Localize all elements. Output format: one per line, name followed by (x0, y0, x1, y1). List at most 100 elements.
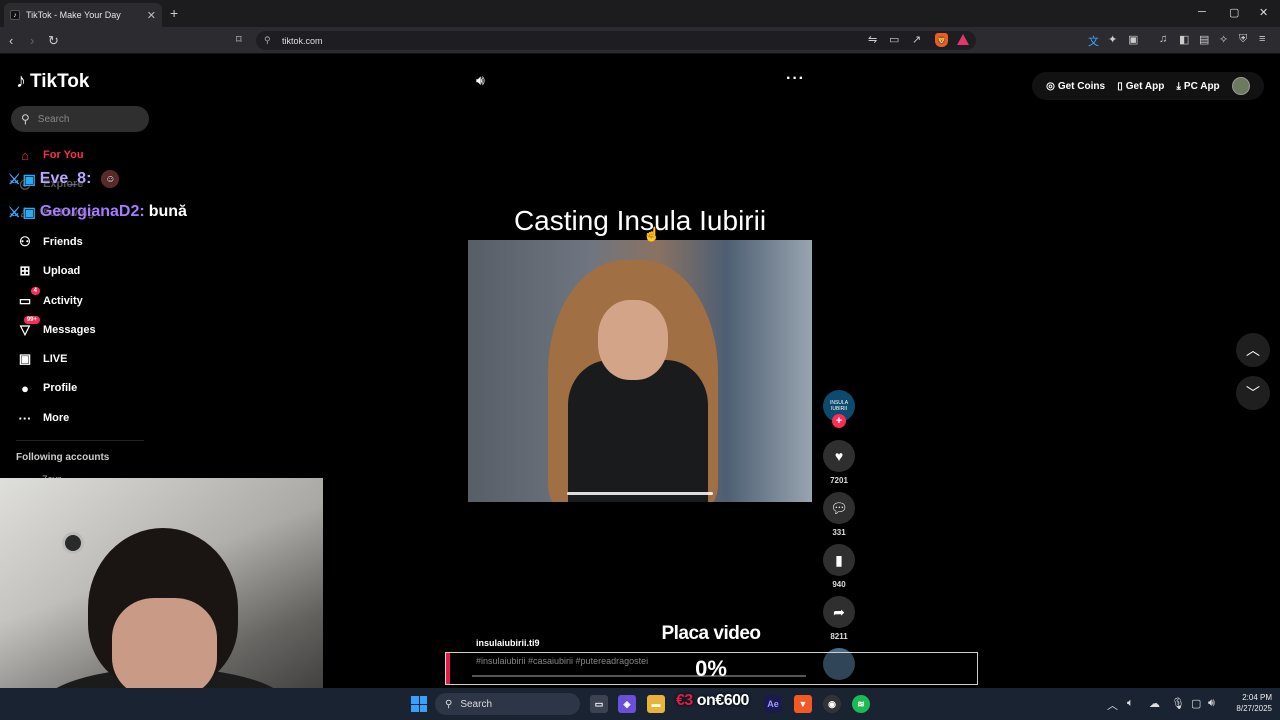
profile-icon: ● (21, 380, 29, 396)
spotify-icon[interactable]: ≋ (852, 695, 870, 713)
video-progress-bar[interactable] (567, 492, 713, 495)
search-icon: ⚲ (21, 112, 30, 126)
notification-badge: 4 (30, 287, 40, 295)
taskbar-search[interactable]: ⚲ Search (435, 693, 580, 715)
chat-username: GeorgianaD2: (39, 203, 145, 220)
display-icon[interactable]: ▢ (1191, 697, 1201, 710)
extensions-icon[interactable]: ✦ (1108, 33, 1117, 46)
microphone-icon[interactable]: 🎙︎ (1171, 697, 1185, 710)
wallet2-icon[interactable]: ▤ (1199, 33, 1209, 46)
swords-badge-icon: ⚔ (8, 203, 21, 220)
browser-titlebar (0, 0, 1280, 27)
sidebar-icon[interactable]: ◧ (1179, 33, 1189, 46)
sidebar-item-label: Profile (43, 382, 78, 394)
media-icon[interactable]: ♫ (1159, 33, 1167, 45)
home-icon: ⌂ (21, 147, 29, 163)
user-avatar[interactable] (1231, 77, 1250, 95)
menu-icon[interactable]: ≡ (1259, 33, 1265, 45)
browser-tab[interactable]: ♪ TikTok - Make Your Day ✕ (4, 3, 162, 27)
volume-tray-icon[interactable]: 🔊︎ (1208, 697, 1215, 710)
wallet-icon[interactable]: ▣ (1128, 33, 1138, 46)
get-app-button[interactable]: ▯ Get App (1117, 81, 1164, 92)
sidebar-item-live[interactable]: ▣ LIVE (16, 349, 68, 369)
reload-icon[interactable]: ↻ (48, 33, 59, 49)
sidebar-item-for-you[interactable]: ⌂ For You (16, 145, 84, 165)
chat-text: bună (148, 203, 187, 220)
maximize-button[interactable]: ▢ (1229, 6, 1239, 19)
sidebar-item-label: Upload (43, 265, 81, 277)
video-player[interactable] (468, 240, 812, 502)
after-effects-icon[interactable]: Ae (764, 695, 782, 713)
donation-text: on€600 (696, 692, 750, 709)
cast-icon[interactable]: ▭ (889, 33, 899, 46)
heart-icon: ♥ (834, 448, 844, 464)
task-view-icon[interactable]: ▭ (590, 695, 608, 713)
sidebar-item-profile[interactable]: ● Profile (16, 378, 77, 398)
site-info-icon[interactable]: ⚲ (264, 35, 271, 46)
taskbar-search-label: Search (460, 698, 493, 710)
audio-icon[interactable]: 🔈︎ (1127, 697, 1134, 710)
get-coins-button[interactable]: ◎ Get Coins (1046, 81, 1105, 92)
chat-emote-icon: ☺ (101, 170, 120, 188)
sidebar-item-upload[interactable]: ⊞ Upload (16, 261, 81, 281)
minimize-button[interactable]: ─ (1198, 6, 1206, 18)
chevron-down-icon: ﹀ (1246, 385, 1260, 401)
next-video-button[interactable]: ﹀ (1236, 376, 1270, 410)
new-tab-button[interactable]: + (170, 5, 178, 21)
chevron-up-icon: ︿ (1246, 342, 1260, 358)
network-off-icon[interactable]: ☁︎ (1149, 697, 1160, 710)
back-icon[interactable]: ‹ (9, 33, 13, 48)
friends-icon: ⚇ (19, 234, 31, 249)
pc-app-button[interactable]: ⤓ PC App (1177, 81, 1220, 92)
extension-translate-icon[interactable]: 文 (1088, 33, 1099, 49)
search-placeholder: Search (37, 113, 70, 125)
sidebar-item-label: For You (43, 149, 84, 161)
sidebar-item-activity[interactable]: ▭ 4 Activity (16, 287, 83, 311)
video-caption-overlay: Casting Insula Iubirii (513, 205, 767, 236)
vpn-icon[interactable]: ⛨ (1239, 33, 1247, 46)
sidebar-item-more[interactable]: ··· More (16, 408, 70, 428)
more-options-icon[interactable]: ··· (786, 70, 805, 88)
tab-close-icon[interactable]: ✕ (147, 9, 156, 22)
close-window-button[interactable]: ✕ (1259, 6, 1268, 19)
volume-icon[interactable]: 🔊︎ (476, 72, 485, 89)
translate-icon[interactable]: ⇋ (868, 33, 877, 46)
chat-username: Eve_8: (39, 170, 92, 187)
search-icon: ⚲ (445, 698, 453, 710)
windows-taskbar (0, 688, 1280, 720)
copilot-icon[interactable]: ◈ (618, 695, 636, 713)
obs-icon[interactable]: ◉ (823, 695, 841, 713)
brave-taskbar-icon[interactable]: ▼ (794, 695, 812, 713)
sidebar-item-label: LIVE (43, 353, 68, 365)
file-explorer-icon[interactable]: ▬ (647, 695, 665, 713)
leo-ai-icon[interactable]: ✧ (1219, 33, 1228, 46)
tray-expand-icon[interactable]: ︿ (1107, 697, 1118, 713)
like-button[interactable]: ♥ (823, 440, 855, 472)
share-icon[interactable]: ↗ (912, 33, 921, 46)
like-count: 7201 (830, 476, 848, 485)
save-count: 940 (832, 580, 846, 589)
sidebar-item-label: Messages (43, 324, 96, 336)
phone-icon: ▯ (1117, 80, 1123, 92)
donation-prefix: €3 (676, 692, 693, 709)
system-clock[interactable]: 2:04 PM 8/27/2025 (1226, 692, 1272, 714)
notification-badge: 99+ (23, 316, 40, 324)
save-button[interactable]: ▮ (823, 544, 855, 576)
windows-start-icon[interactable] (411, 696, 427, 712)
forward-icon[interactable]: › (30, 33, 34, 48)
sidebar-item-messages[interactable]: ▽ 99+ Messages (16, 316, 96, 340)
sidebar-item-friends[interactable]: ⚇ Friends (16, 232, 83, 252)
brave-rewards-icon[interactable] (957, 34, 969, 45)
search-input[interactable]: ⚲ Search (11, 106, 149, 132)
clock-time: 2:04 PM (1242, 693, 1272, 702)
sidebar-item-label: More (43, 412, 70, 424)
tiktok-logo[interactable]: ♪ TikTok (16, 70, 89, 93)
previous-video-button[interactable]: ︿ (1236, 333, 1270, 367)
brave-shields-icon[interactable]: 🦁 (935, 33, 948, 47)
follow-button[interactable]: + (832, 414, 846, 428)
upload-icon: ⊞ (19, 263, 31, 278)
comment-button[interactable]: 💬︎ (823, 492, 855, 524)
coin-icon: ◎ (1046, 80, 1055, 92)
donation-overlay: €3 on€600 (676, 692, 749, 710)
bookmark-icon[interactable]: ⌑ (236, 33, 242, 46)
